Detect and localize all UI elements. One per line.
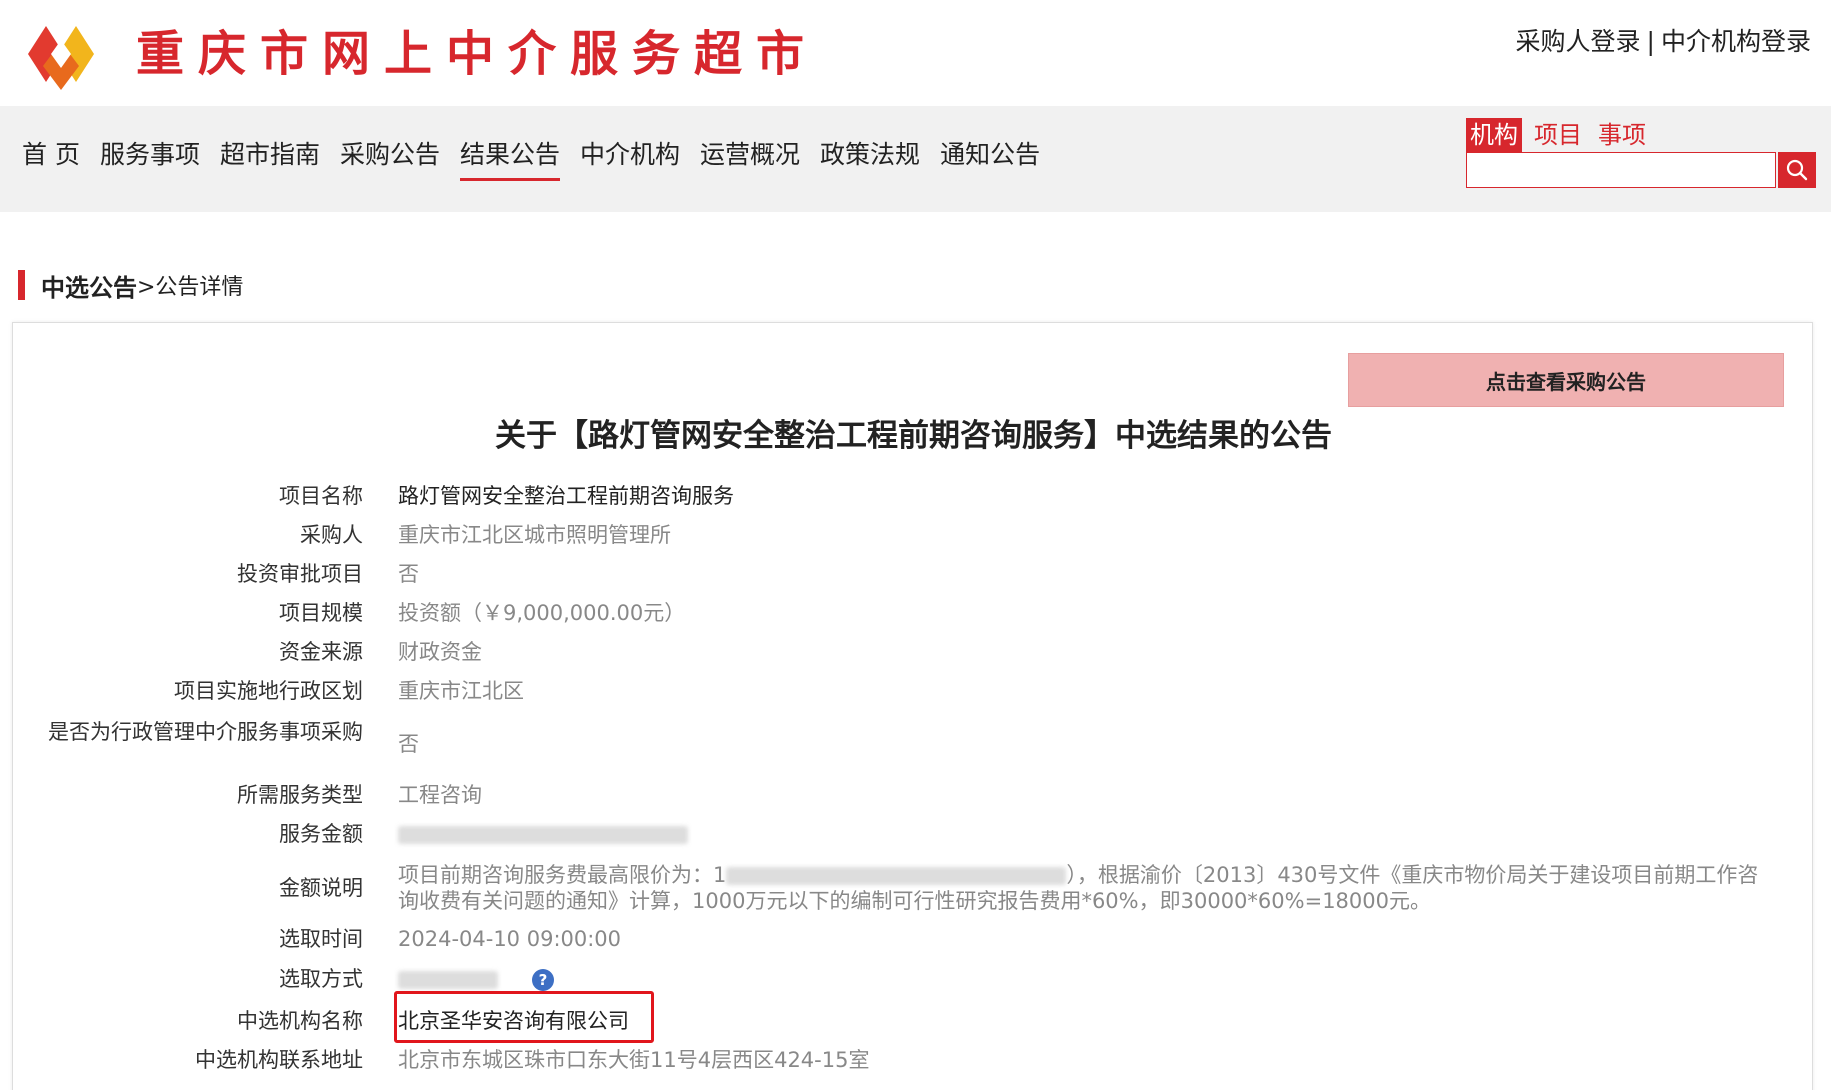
field-value-redacted bbox=[398, 821, 688, 847]
view-purchase-notice-button[interactable]: 点击查看采购公告 bbox=[1348, 353, 1784, 407]
field-value: 重庆市江北区 bbox=[398, 679, 524, 703]
nav-item-home[interactable]: 首 页 bbox=[22, 138, 80, 181]
nav-item-operations[interactable]: 运营概况 bbox=[700, 138, 800, 181]
nav-item-policies[interactable]: 政策法规 bbox=[820, 138, 920, 181]
nav-item-guide[interactable]: 超市指南 bbox=[220, 138, 320, 181]
field-value: 工程咨询 bbox=[398, 783, 482, 807]
field-value: 2024-04-10 09:00:00 bbox=[398, 927, 622, 951]
nav-list: 首 页 服务事项 超市指南 采购公告 结果公告 中介机构 运营概况 政策法规 通… bbox=[22, 138, 1060, 181]
field-row: 服务金额 bbox=[13, 821, 1814, 847]
login-links: 采购人登录 | 中介机构登录 bbox=[1516, 22, 1811, 58]
selected-agency-name: 北京圣华安咨询有限公司 bbox=[398, 1009, 629, 1033]
field-label: 服务金额 bbox=[279, 822, 363, 846]
search-box: 机构 项目 事项 bbox=[1466, 118, 1816, 188]
redacted-block bbox=[398, 826, 688, 844]
field-row: 中选机构名称 北京圣华安咨询有限公司 bbox=[13, 991, 1814, 1043]
field-row: 是否为行政管理中介服务事项采购 否 bbox=[13, 719, 1814, 756]
field-row: 资金来源 财政资金 bbox=[13, 639, 1814, 665]
field-value: 北京市东城区珠市口东大街11号4层西区424-15室 bbox=[398, 1048, 870, 1072]
login-separator: | bbox=[1646, 27, 1655, 56]
field-label: 中选机构联系地址 bbox=[195, 1048, 363, 1072]
breadcrumb-current: >公告详情 bbox=[137, 275, 244, 300]
main-nav: 首 页 服务事项 超市指南 采购公告 结果公告 中介机构 运营概况 政策法规 通… bbox=[0, 106, 1831, 212]
notice-title: 关于【路灯管网安全整治工程前期咨询服务】中选结果的公告 bbox=[495, 418, 1332, 454]
search-icon bbox=[1786, 159, 1808, 181]
field-row: 中选机构联系地址 北京市东城区珠市口东大街11号4层西区424-15室 bbox=[13, 1047, 1814, 1073]
field-value: 财政资金 bbox=[398, 640, 482, 664]
site-logo-icon bbox=[28, 26, 94, 90]
amount-note-prefix: 项目前期咨询服务费最高限价为：1 bbox=[398, 863, 727, 887]
field-label: 是否为行政管理中介服务事项采购 bbox=[48, 720, 363, 744]
search-tab-item[interactable]: 事项 bbox=[1594, 118, 1650, 152]
site-title: 重庆市网上中介服务超市 bbox=[136, 26, 819, 82]
buyer-login-link[interactable]: 采购人登录 bbox=[1516, 27, 1641, 56]
field-row: 选取时间 2024-04-10 09:00:00 bbox=[13, 926, 1814, 952]
field-label: 项目名称 bbox=[279, 484, 363, 508]
field-label: 采购人 bbox=[300, 523, 363, 547]
search-tabs: 机构 项目 事项 bbox=[1466, 118, 1658, 152]
field-row: 项目实施地行政区划 重庆市江北区 bbox=[13, 678, 1814, 704]
nav-item-notifications[interactable]: 通知公告 bbox=[940, 138, 1040, 181]
field-row: 金额说明 项目前期咨询服务费最高限价为：1 ），根据渝价〔2013〕430号文件《… bbox=[13, 862, 1814, 914]
field-label: 项目规模 bbox=[279, 601, 363, 625]
field-value: 路灯管网安全整治工程前期咨询服务 bbox=[398, 484, 734, 508]
field-label: 选取时间 bbox=[279, 927, 363, 951]
field-label: 资金来源 bbox=[279, 640, 363, 664]
field-value: 重庆市江北区城市照明管理所 bbox=[398, 523, 671, 547]
breadcrumb-marker bbox=[18, 270, 25, 300]
nav-item-agencies[interactable]: 中介机构 bbox=[580, 138, 680, 181]
field-row: 项目规模 投资额（￥9,000,000.00元） bbox=[13, 600, 1814, 626]
search-tab-agency[interactable]: 机构 bbox=[1466, 118, 1522, 152]
notice-panel: 点击查看采购公告 关于【路灯管网安全整治工程前期咨询服务】中选结果的公告 项目名… bbox=[12, 322, 1813, 1090]
nav-item-result-notices[interactable]: 结果公告 bbox=[460, 138, 561, 181]
field-value: 否 bbox=[398, 562, 419, 586]
field-row: 投资审批项目 否 bbox=[13, 561, 1814, 587]
field-label: 金额说明 bbox=[279, 876, 363, 900]
field-value: 项目前期咨询服务费最高限价为：1 ），根据渝价〔2013〕430号文件《重庆市物价… bbox=[398, 862, 1778, 914]
search-button[interactable] bbox=[1778, 152, 1816, 188]
field-value-redacted: ? bbox=[398, 966, 554, 992]
breadcrumb: 中选公告 >公告详情 bbox=[18, 268, 244, 303]
field-row: 所需服务类型 工程咨询 bbox=[13, 782, 1814, 808]
field-value: 投资额（￥9,000,000.00元） bbox=[398, 601, 686, 625]
search-tab-project[interactable]: 项目 bbox=[1530, 118, 1586, 152]
agency-login-link[interactable]: 中介机构登录 bbox=[1661, 27, 1811, 56]
field-label: 选取方式 bbox=[279, 967, 363, 991]
search-input[interactable] bbox=[1466, 152, 1776, 188]
field-label: 投资审批项目 bbox=[237, 562, 363, 586]
redacted-block bbox=[726, 867, 1067, 885]
field-value: 否 bbox=[398, 732, 419, 756]
header: 重庆市网上中介服务超市 采购人登录 | 中介机构登录 bbox=[0, 0, 1831, 106]
redacted-block bbox=[398, 971, 498, 989]
field-row: 选取方式 ? bbox=[13, 966, 1814, 992]
nav-item-services[interactable]: 服务事项 bbox=[100, 138, 200, 181]
field-label: 所需服务类型 bbox=[237, 783, 363, 807]
breadcrumb-section[interactable]: 中选公告 bbox=[41, 268, 137, 303]
field-row: 采购人 重庆市江北区城市照明管理所 bbox=[13, 522, 1814, 548]
nav-item-purchase-notices[interactable]: 采购公告 bbox=[340, 138, 440, 181]
field-label: 中选机构名称 bbox=[237, 1009, 363, 1033]
field-label: 项目实施地行政区划 bbox=[174, 679, 363, 703]
field-row: 项目名称 路灯管网安全整治工程前期咨询服务 bbox=[13, 483, 1814, 509]
help-icon[interactable]: ? bbox=[532, 969, 554, 991]
